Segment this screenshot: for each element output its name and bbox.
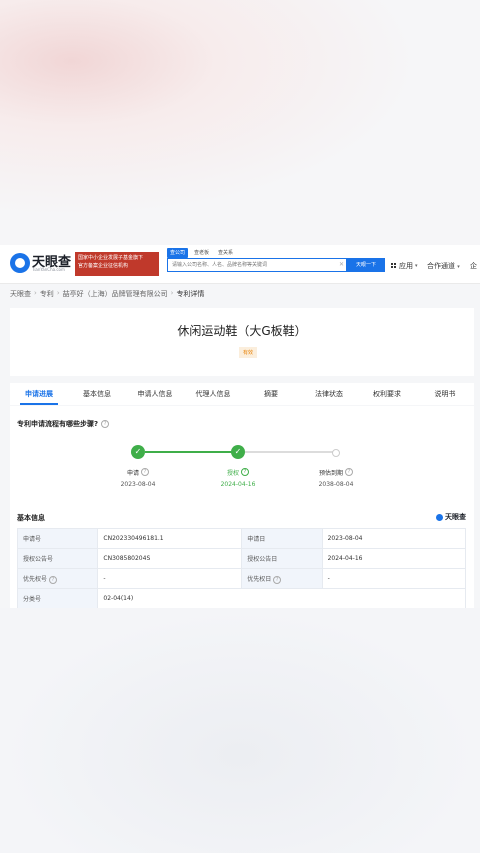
promo-line-2: 官方备案企业征信机构 (78, 263, 129, 269)
step-label-expire: 预估到期 ? (306, 468, 366, 477)
breadcrumb-current: 专利详情 (176, 290, 205, 298)
help-icon[interactable]: ? (273, 575, 282, 584)
background-bottom (0, 608, 480, 853)
tab-legal-status[interactable]: 法律状态 (300, 383, 358, 405)
table-value: 02-04(14) (97, 588, 466, 608)
table-key-text: 优先权号 (23, 575, 48, 583)
step-date-apply: 2023-08-04 (120, 481, 156, 488)
apps-menu[interactable]: 应用 ▾ (391, 261, 418, 271)
logo-subtitle: TianYanCha.com (32, 267, 65, 272)
table-row: 授权公告号 CN308580204S 授权公告日 2024-04-16 (16, 548, 467, 569)
step-label-text: 授权 (226, 470, 239, 477)
patent-title-card: 休闲运动鞋（大G板鞋） 有效 (10, 308, 474, 376)
search-tab-boss[interactable]: 查老板 (191, 248, 212, 258)
step-label-text: 申请 (126, 470, 139, 477)
breadcrumb: 天眼查 › 专利 › 喆亭好（上海）品牌管理有限公司 › 专利详情 (10, 289, 204, 299)
breadcrumb-separator: › (56, 289, 60, 297)
clear-icon[interactable]: ✕ (339, 261, 344, 268)
page-title: 休闲运动鞋（大G板鞋） (177, 324, 307, 338)
check-icon: ✓ (131, 445, 145, 459)
step-date-grant: 2024-04-16 (220, 481, 256, 488)
pending-dot-icon (332, 449, 340, 457)
basic-info-table: 申请号 CN202330496181.1 申请日 2023-08-04 授权公告… (16, 528, 467, 608)
tab-progress[interactable]: 申请进展 (10, 383, 68, 405)
step-label-grant: 授权 ? (208, 468, 268, 477)
table-key: 优先权号 ? (16, 568, 99, 589)
search-tab-relation[interactable]: 查关系 (215, 248, 236, 258)
search-input[interactable] (167, 258, 347, 272)
table-key: 优先权日 ? (241, 568, 323, 589)
apps-label: 应用 (399, 262, 413, 270)
step-label-text: 预估到期 (318, 470, 343, 477)
detail-tabs: 申请进展 基本信息 申请人信息 代理人信息 摘要 法律状态 权利要求 说明书 (10, 383, 474, 405)
promo-line-1: 国家中小企业发展子基金旗下 (78, 255, 144, 261)
table-value: 2024-04-16 (321, 548, 467, 569)
help-icon[interactable]: ? (48, 575, 57, 584)
progress-question: 专利申请流程有哪些步骤? ? (17, 419, 110, 429)
table-value: - (321, 568, 467, 589)
table-key: 申请号 (16, 528, 99, 549)
table-value: CN308580204S (97, 548, 243, 569)
table-row: 优先权号 ? - 优先权日 ? - (16, 568, 467, 589)
brand-text: 天眼查 (445, 513, 466, 521)
help-icon[interactable]: ? (241, 468, 249, 476)
enterprise-menu[interactable]: 企 (470, 261, 477, 271)
table-row: 分类号 02-04(14) (16, 588, 466, 608)
progress-question-text: 专利申请流程有哪些步骤? (17, 420, 99, 428)
help-icon[interactable]: ? (101, 420, 110, 428)
search-tab-company[interactable]: 查公司 (167, 248, 189, 258)
table-value: - (97, 568, 243, 589)
check-icon: ✓ (231, 445, 245, 459)
content-panel: 专利申请流程有哪些步骤? ? ✓ ✓ 申请 ? 授权 ? 预估到期 ? 2023… (10, 406, 474, 608)
step-label-apply: 申请 ? (108, 468, 168, 477)
breadcrumb-patent[interactable]: 专利 (40, 289, 54, 299)
grid-icon (391, 263, 397, 269)
table-value: 2023-08-04 (321, 528, 467, 549)
coop-label: 合作通道 (427, 262, 455, 270)
background-top (0, 0, 480, 245)
tianyancha-logo-icon (436, 513, 443, 521)
timeline-line-done (145, 451, 239, 453)
tianyancha-logo-icon[interactable] (10, 253, 30, 273)
chevron-down-icon: ▾ (457, 264, 460, 270)
table-key-text: 优先权日 (247, 575, 272, 583)
table-value: CN202330496181.1 (97, 528, 243, 549)
step-date-expire: 2038-08-04 (318, 481, 354, 488)
tab-claims[interactable]: 权利要求 (358, 383, 416, 405)
coop-menu[interactable]: 合作通道 ▾ (427, 261, 460, 271)
tab-applicant[interactable]: 申请人信息 (126, 383, 184, 405)
search-tabs: 查公司 查老板 查关系 (167, 248, 236, 258)
breadcrumb-home[interactable]: 天眼查 (10, 289, 31, 299)
breadcrumb-separator: › (170, 289, 174, 297)
timeline-line-pending (245, 451, 335, 453)
table-row: 申请号 CN202330496181.1 申请日 2023-08-04 (16, 528, 467, 549)
site-header: 天眼查 TianYanCha.com 国家中小企业发展子基金旗下 官方备案企业征… (0, 245, 480, 284)
brand-watermark: 天眼查 (436, 512, 466, 522)
promo-banner[interactable]: 国家中小企业发展子基金旗下 官方备案企业征信机构 (75, 252, 159, 276)
help-icon[interactable]: ? (345, 468, 353, 476)
table-key: 授权公告号 (16, 548, 99, 569)
breadcrumb-separator: › (34, 289, 37, 297)
status-badge: 有效 (239, 347, 258, 358)
search-button[interactable]: 天眼一下 (347, 258, 385, 272)
tab-basic-info[interactable]: 基本信息 (68, 383, 126, 405)
basic-info-title: 基本信息 (17, 514, 45, 522)
tab-agent[interactable]: 代理人信息 (184, 383, 242, 405)
table-key: 授权公告日 (241, 548, 323, 569)
page: 天眼查 TianYanCha.com 国家中小企业发展子基金旗下 官方备案企业征… (0, 245, 480, 608)
chevron-down-icon: ▾ (415, 263, 418, 269)
tab-description[interactable]: 说明书 (416, 383, 474, 405)
breadcrumb-company[interactable]: 喆亭好（上海）品牌管理有限公司 (63, 289, 168, 299)
tab-abstract[interactable]: 摘要 (242, 383, 300, 405)
table-key: 申请日 (241, 528, 323, 549)
help-icon[interactable]: ? (141, 468, 149, 476)
table-key: 分类号 (16, 588, 99, 608)
progress-timeline: ✓ ✓ 申请 ? 授权 ? 预估到期 ? 2023-08-04 2024-04-… (10, 444, 474, 494)
